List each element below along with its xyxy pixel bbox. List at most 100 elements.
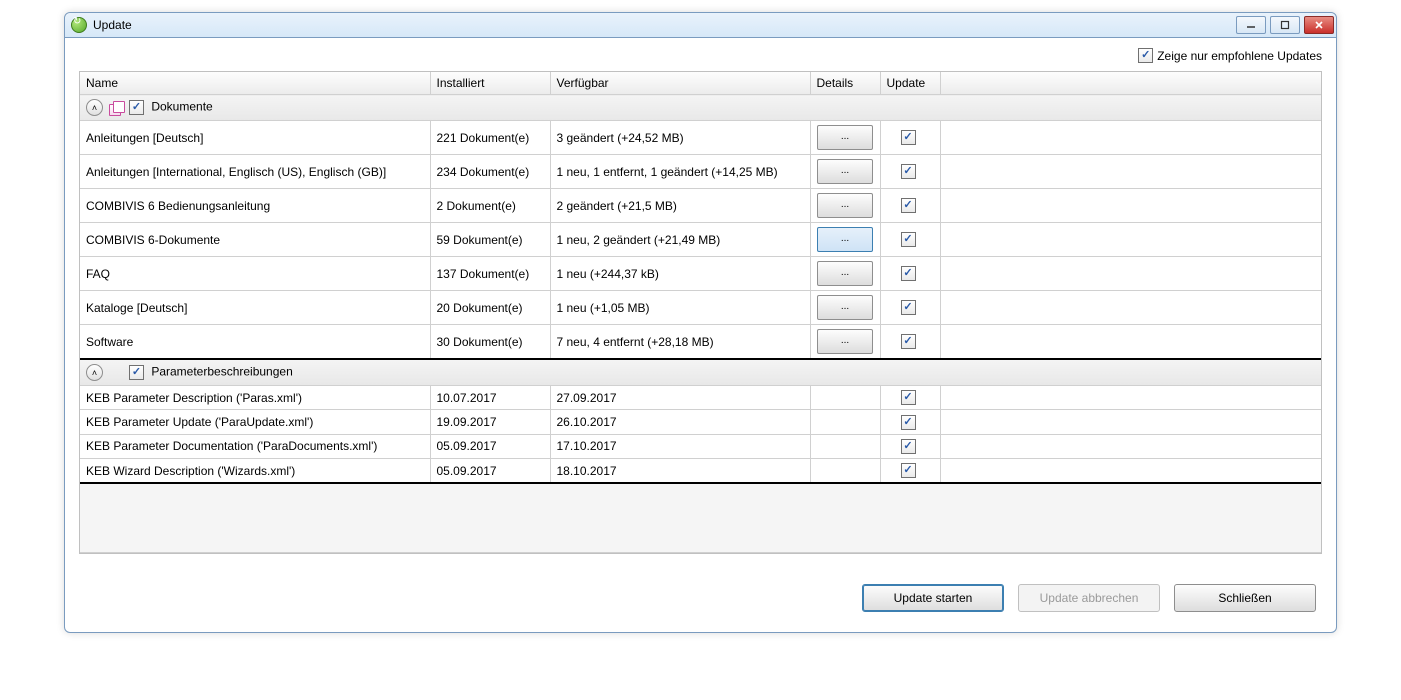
cell-available: 27.09.2017	[550, 386, 810, 410]
cell-details	[810, 386, 880, 410]
cell-name: Kataloge [Deutsch]	[80, 291, 430, 325]
start-update-button[interactable]: Update starten	[862, 584, 1004, 612]
cell-installed: 137 Dokument(e)	[430, 257, 550, 291]
window-buttons	[1236, 16, 1334, 34]
cell-empty	[940, 155, 1321, 189]
col-details[interactable]: Details	[810, 72, 880, 95]
group-checkbox[interactable]	[129, 100, 144, 115]
maximize-button[interactable]	[1270, 16, 1300, 34]
recommended-only-label[interactable]: Zeige nur empfohlene Updates	[1138, 48, 1322, 63]
cell-available: 1 neu, 1 entfernt, 1 geändert (+14,25 MB…	[550, 155, 810, 189]
cell-installed: 05.09.2017	[430, 434, 550, 458]
table-row: Software30 Dokument(e)7 neu, 4 entfernt …	[80, 325, 1321, 360]
update-checkbox[interactable]	[901, 300, 916, 315]
cell-available: 17.10.2017	[550, 434, 810, 458]
recommended-only-text: Zeige nur empfohlene Updates	[1157, 49, 1322, 63]
cell-update	[880, 257, 940, 291]
cell-empty	[940, 291, 1321, 325]
collapse-icon[interactable]: ˄	[86, 364, 103, 381]
details-button[interactable]: ...	[817, 329, 873, 354]
cell-empty	[940, 223, 1321, 257]
update-checkbox[interactable]	[901, 390, 916, 405]
cell-update	[880, 223, 940, 257]
col-spacer	[940, 72, 1321, 95]
group-label: Parameterbeschreibungen	[148, 365, 293, 379]
update-checkbox[interactable]	[901, 232, 916, 247]
update-checkbox[interactable]	[901, 463, 916, 478]
table-row: Anleitungen [International, Englisch (US…	[80, 155, 1321, 189]
close-button[interactable]	[1304, 16, 1334, 34]
col-name[interactable]: Name	[80, 72, 430, 95]
col-available[interactable]: Verfügbar	[550, 72, 810, 95]
cell-empty	[940, 386, 1321, 410]
cell-update	[880, 458, 940, 483]
cell-installed: 59 Dokument(e)	[430, 223, 550, 257]
update-checkbox[interactable]	[901, 198, 916, 213]
cell-update	[880, 410, 940, 434]
cell-installed: 10.07.2017	[430, 386, 550, 410]
cell-installed: 221 Dokument(e)	[430, 121, 550, 155]
cell-name: COMBIVIS 6 Bedienungsanleitung	[80, 189, 430, 223]
cell-installed: 2 Dokument(e)	[430, 189, 550, 223]
cell-details: ...	[810, 223, 880, 257]
details-button[interactable]: ...	[817, 261, 873, 286]
table-row: Anleitungen [Deutsch]221 Dokument(e)3 ge…	[80, 121, 1321, 155]
spacer-row	[80, 483, 1321, 553]
cell-name: FAQ	[80, 257, 430, 291]
table-row: KEB Parameter Documentation ('ParaDocume…	[80, 434, 1321, 458]
cell-name: KEB Parameter Description ('Paras.xml')	[80, 386, 430, 410]
update-checkbox[interactable]	[901, 334, 916, 349]
cell-name: KEB Parameter Update ('ParaUpdate.xml')	[80, 410, 430, 434]
cell-update	[880, 291, 940, 325]
details-button[interactable]: ...	[817, 159, 873, 184]
cell-details: ...	[810, 257, 880, 291]
cell-available: 1 neu (+244,37 kB)	[550, 257, 810, 291]
cell-empty	[940, 325, 1321, 360]
table-row: COMBIVIS 6 Bedienungsanleitung2 Dokument…	[80, 189, 1321, 223]
cancel-update-button: Update abbrechen	[1018, 584, 1160, 612]
cell-details	[810, 458, 880, 483]
update-checkbox[interactable]	[901, 415, 916, 430]
filter-row: Zeige nur empfohlene Updates	[79, 48, 1322, 63]
collapse-icon[interactable]: ˄	[86, 99, 103, 116]
cell-available: 3 geändert (+24,52 MB)	[550, 121, 810, 155]
cell-name: Software	[80, 325, 430, 360]
recommended-only-checkbox[interactable]	[1138, 48, 1153, 63]
table-header-row: Name Installiert Verfügbar Details Updat…	[80, 72, 1321, 95]
cell-details: ...	[810, 121, 880, 155]
table-row: FAQ137 Dokument(e)1 neu (+244,37 kB)...	[80, 257, 1321, 291]
cell-installed: 19.09.2017	[430, 410, 550, 434]
update-checkbox[interactable]	[901, 130, 916, 145]
details-button[interactable]: ...	[817, 227, 873, 252]
group-label: Dokumente	[148, 100, 213, 114]
cell-name: KEB Wizard Description ('Wizards.xml')	[80, 458, 430, 483]
update-checkbox[interactable]	[901, 266, 916, 281]
details-button[interactable]: ...	[817, 125, 873, 150]
cell-details: ...	[810, 291, 880, 325]
window-title: Update	[93, 18, 1236, 32]
update-checkbox[interactable]	[901, 164, 916, 179]
cell-details: ...	[810, 325, 880, 360]
details-button[interactable]: ...	[817, 295, 873, 320]
update-icon	[71, 17, 87, 33]
col-update[interactable]: Update	[880, 72, 940, 95]
close-dialog-button[interactable]: Schließen	[1174, 584, 1316, 612]
minimize-button[interactable]	[1236, 16, 1266, 34]
cell-details: ...	[810, 155, 880, 189]
table-row: KEB Parameter Description ('Paras.xml')1…	[80, 386, 1321, 410]
cell-update	[880, 325, 940, 360]
table-row: COMBIVIS 6-Dokumente59 Dokument(e)1 neu,…	[80, 223, 1321, 257]
details-button[interactable]: ...	[817, 193, 873, 218]
updates-table-wrap: Name Installiert Verfügbar Details Updat…	[79, 71, 1322, 554]
cell-name: KEB Parameter Documentation ('ParaDocume…	[80, 434, 430, 458]
update-checkbox[interactable]	[901, 439, 916, 454]
col-installed[interactable]: Installiert	[430, 72, 550, 95]
cell-empty	[940, 458, 1321, 483]
group-row: ˄ Parameterbeschreibungen	[80, 359, 1321, 386]
cell-available: 2 geändert (+21,5 MB)	[550, 189, 810, 223]
cell-name: Anleitungen [International, Englisch (US…	[80, 155, 430, 189]
cell-name: Anleitungen [Deutsch]	[80, 121, 430, 155]
group-checkbox[interactable]	[129, 365, 144, 380]
cell-update	[880, 386, 940, 410]
cell-available: 1 neu, 2 geändert (+21,49 MB)	[550, 223, 810, 257]
